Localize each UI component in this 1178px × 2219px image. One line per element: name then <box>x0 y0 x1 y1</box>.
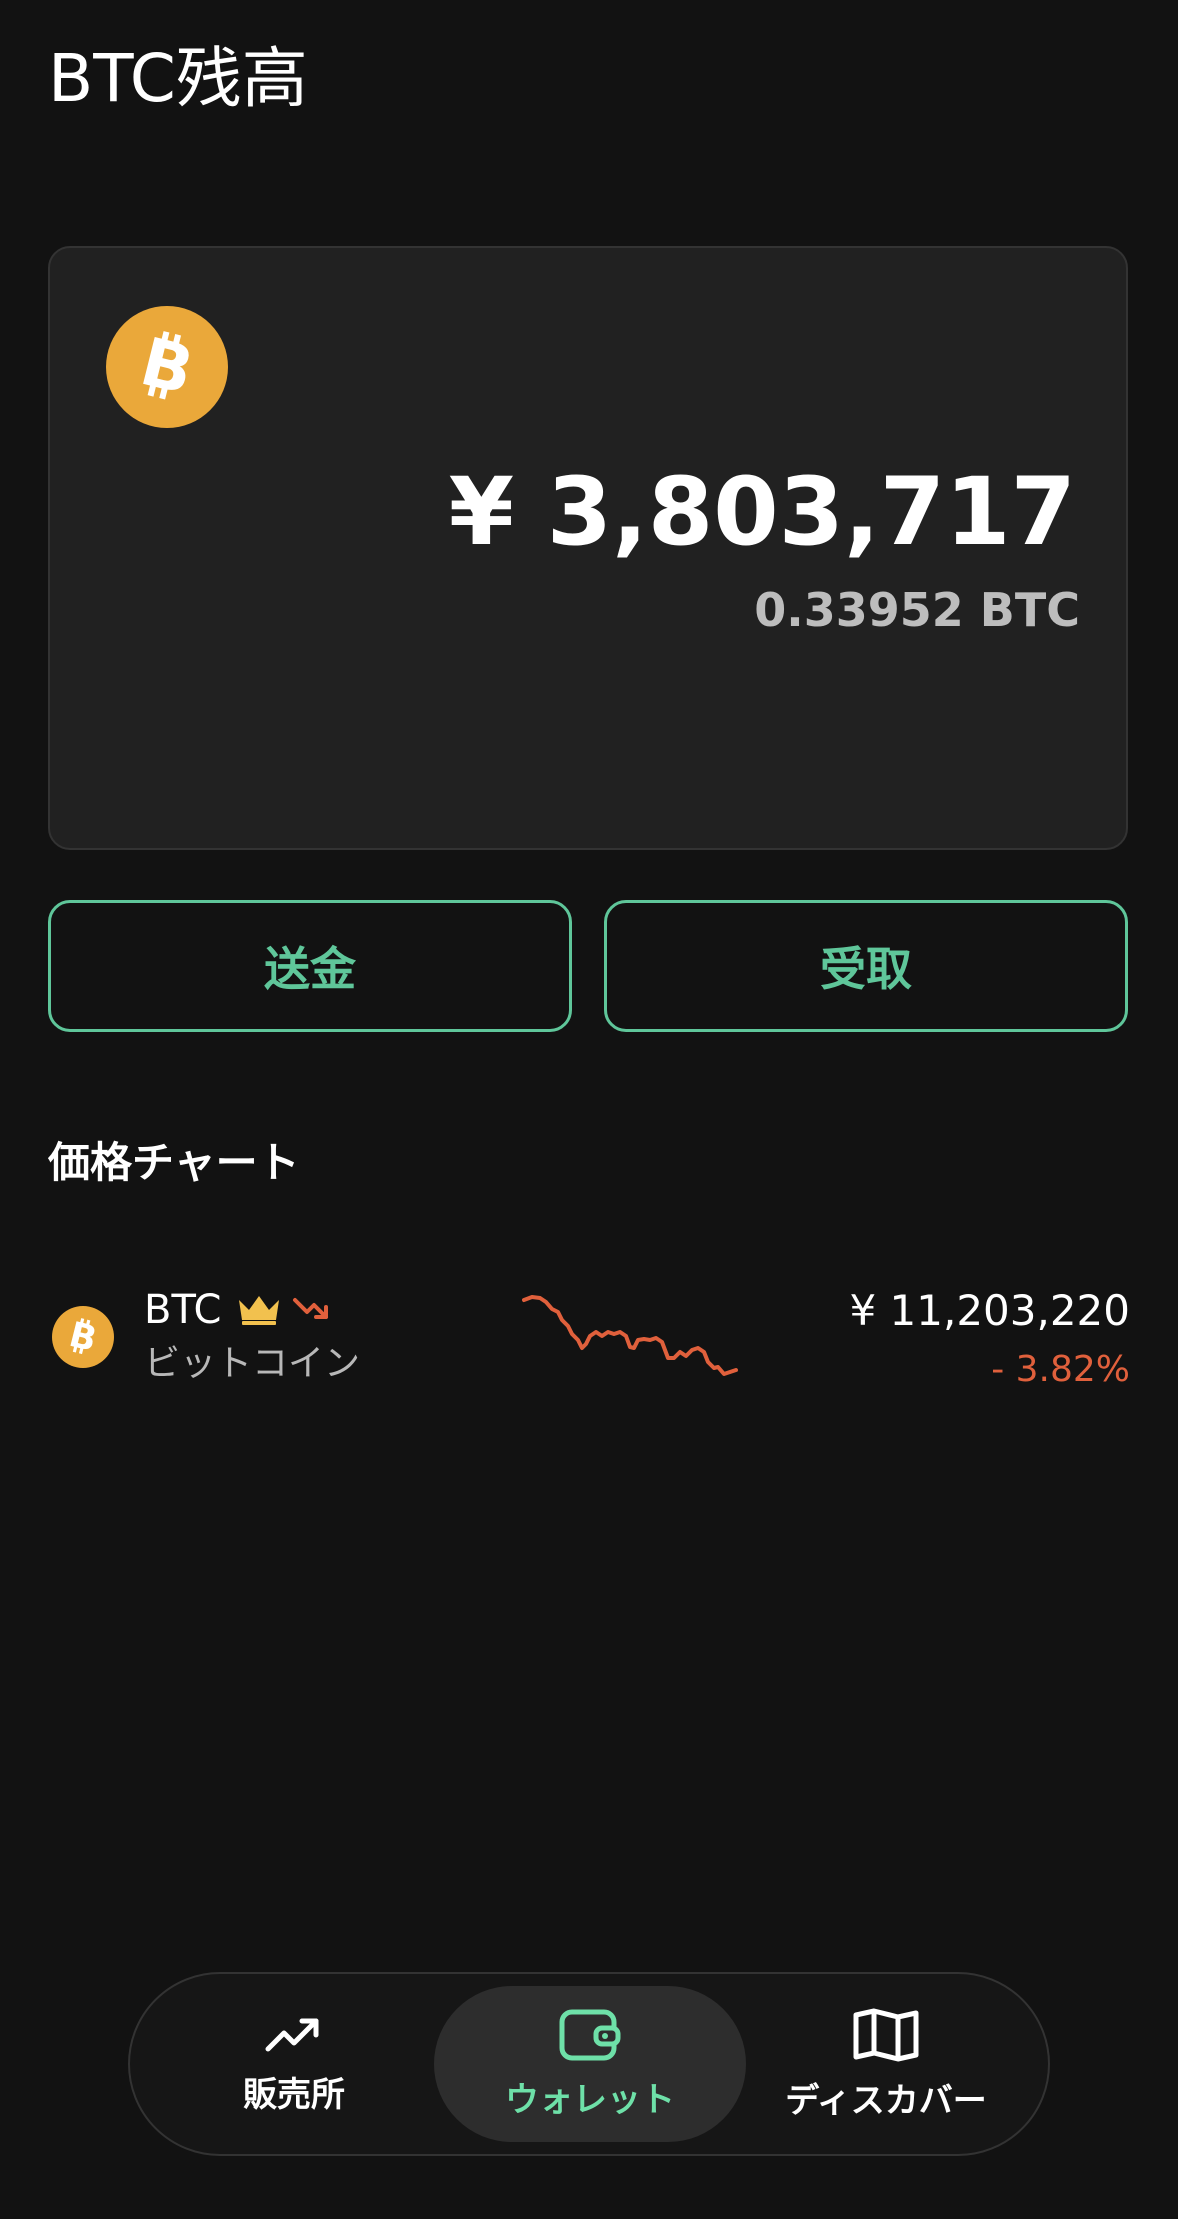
bitcoin-icon: B <box>106 306 228 428</box>
nav-label: ウォレット <box>505 2079 675 2120</box>
balance-jpy: ¥ 3,803,717 <box>448 458 1076 567</box>
receive-button[interactable]: 受取 <box>604 900 1128 1032</box>
nav-item-sales[interactable]: 販売所 <box>138 1986 450 2142</box>
send-button[interactable]: 送金 <box>48 900 572 1032</box>
asset-name: ビットコイン <box>144 1343 361 1384</box>
balance-card: B ¥ 3,803,717 0.33952 BTC <box>48 246 1128 850</box>
trend-down-icon <box>293 1298 328 1319</box>
nav-item-wallet[interactable]: ウォレット <box>434 1986 746 2142</box>
bitcoin-icon: B <box>52 1306 114 1368</box>
nav-item-discover[interactable]: ディスカバー <box>730 1986 1042 2142</box>
price-chart-title: 価格チャート <box>48 1138 300 1187</box>
bottom-nav: 販売所 ウォレット ディスカバー <box>128 1972 1050 2156</box>
nav-label: ディスカバー <box>785 2080 987 2121</box>
balance-btc: 0.33952 BTC <box>754 583 1080 637</box>
asset-change: - 3.82% <box>991 1349 1130 1390</box>
asset-price: ¥ 11,203,220 <box>849 1286 1130 1335</box>
asset-symbol: BTC <box>144 1287 222 1333</box>
wallet-icon <box>559 2009 621 2060</box>
page-title: BTC残高 <box>48 40 308 117</box>
asset-row-btc[interactable]: B BTC ビットコイン ¥ 11,203,220 - 3.82% <box>48 1262 1130 1412</box>
wallet-screen: BTC残高 B ¥ 3,803,717 0.33952 BTC 送金 受取 価格… <box>0 0 1178 2219</box>
price-sparkline <box>522 1295 738 1376</box>
nav-label: 販売所 <box>243 2074 345 2115</box>
map-icon <box>853 2008 919 2061</box>
crown-icon <box>239 1296 279 1325</box>
trend-up-icon <box>265 2018 319 2051</box>
